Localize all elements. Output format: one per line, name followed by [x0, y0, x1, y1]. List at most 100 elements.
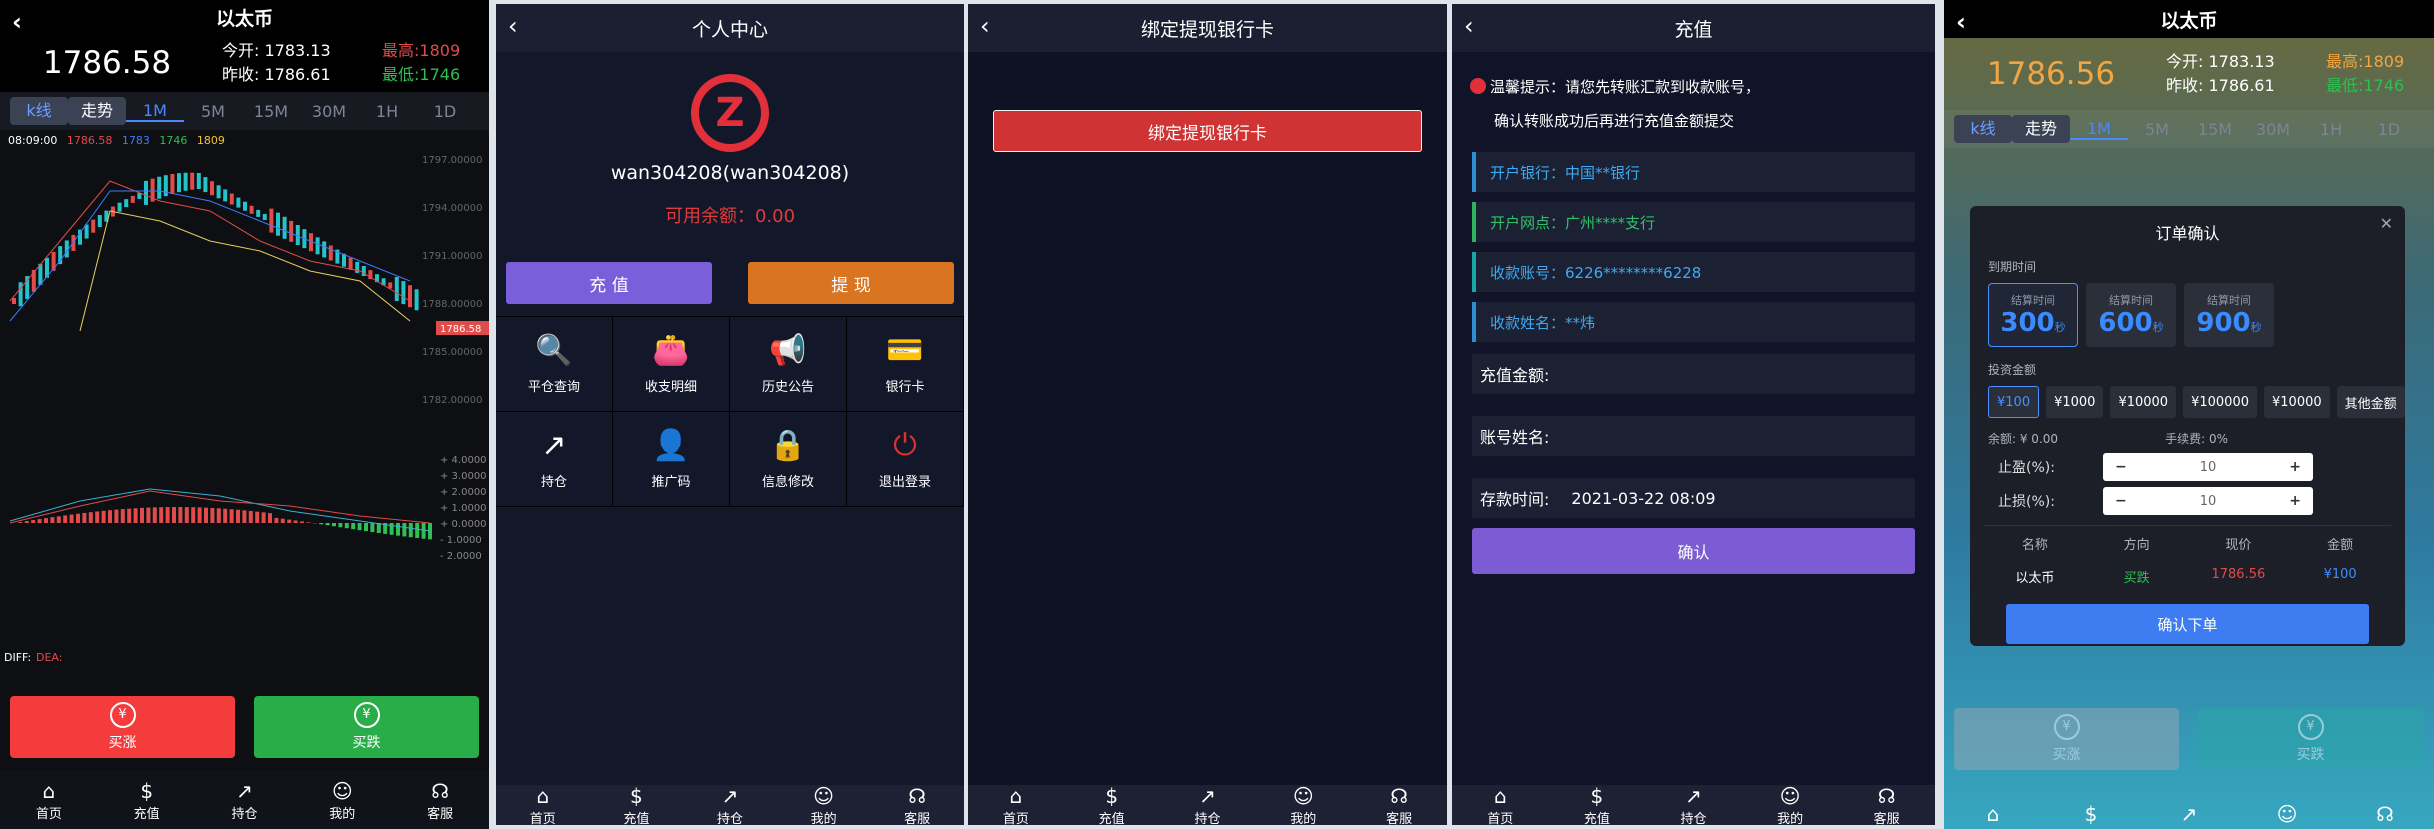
confirm-button[interactable]: 确认: [1472, 528, 1915, 574]
back-icon[interactable]: ‹: [12, 8, 22, 36]
macd-bar: [165, 507, 170, 523]
amount-option[interactable]: ¥100: [1988, 386, 2040, 418]
expiry-option[interactable]: 结算时间 900秒: [2184, 283, 2274, 347]
tabbar-mine[interactable]: ☺ 我的: [1273, 784, 1333, 826]
warning-icon: [1470, 78, 1486, 94]
amount-field[interactable]: 充值金额:: [1472, 354, 1915, 394]
tabbar-home[interactable]: ⌂: [1963, 802, 2023, 826]
grid-item[interactable]: 👛 收支明细: [613, 317, 730, 412]
tabbar-service[interactable]: ☊ 客服: [1369, 784, 1429, 826]
amount-option[interactable]: ¥1000: [2046, 386, 2104, 418]
tabbar-home[interactable]: ⌂ 首页: [986, 784, 1046, 826]
user-icon: ☺: [2276, 802, 2298, 826]
tabbar-recharge[interactable]: $ 充值: [117, 779, 177, 822]
tabbar-positions[interactable]: ↗ 持仓: [1663, 784, 1723, 826]
tab-1d[interactable]: 1D: [2360, 120, 2418, 139]
tabbar-mine[interactable]: ☺ 我的: [794, 784, 854, 826]
grid-item[interactable]: 🔒 信息修改: [730, 412, 847, 507]
grid-item[interactable]: ↗ 持仓: [496, 412, 613, 507]
stop-loss-stepper[interactable]: − 10 +: [2103, 487, 2313, 515]
tabbar-recharge[interactable]: $ 充值: [606, 784, 666, 826]
tab-5m[interactable]: 5M: [184, 102, 242, 121]
tabbar-positions[interactable]: ↗ 持仓: [1177, 784, 1237, 826]
amount-option[interactable]: ¥100000: [2183, 386, 2257, 418]
tab-1m[interactable]: 1M: [126, 101, 184, 122]
tabbar-positions[interactable]: ↗: [2159, 802, 2219, 826]
tabbar-recharge[interactable]: $ 充值: [1567, 784, 1627, 826]
tab-15m[interactable]: 15M: [2186, 120, 2244, 139]
tabbar-service[interactable]: ☊: [2355, 802, 2415, 826]
tabbar-mine[interactable]: ☺ 我的: [1760, 784, 1820, 826]
plus-icon[interactable]: +: [2289, 459, 2301, 475]
tabbar-service[interactable]: ☊ 客服: [1857, 784, 1917, 826]
plus-icon[interactable]: +: [2289, 493, 2301, 509]
back-icon[interactable]: ‹: [508, 12, 518, 40]
candle: [84, 224, 89, 239]
buy-fall-button[interactable]: ¥ 买跌: [2198, 708, 2423, 770]
grid-item[interactable]: 👤 推广码: [613, 412, 730, 507]
tabbar-home[interactable]: ⌂ 首页: [1470, 784, 1530, 826]
tab-trend[interactable]: 走势: [68, 97, 126, 125]
tab-1h[interactable]: 1H: [358, 102, 416, 121]
buy-rise-button[interactable]: ¥ 买涨: [10, 696, 235, 758]
macd-bar: [287, 519, 292, 523]
buy-rise-button[interactable]: ¥ 买涨: [1954, 708, 2179, 770]
expiry-option[interactable]: 结算时间 300秒: [1988, 283, 2078, 347]
candle: [401, 281, 406, 305]
grid-item[interactable]: 📢 历史公告: [730, 317, 847, 412]
account-name-field[interactable]: 账号姓名:: [1472, 416, 1915, 456]
tab-30m[interactable]: 30M: [300, 102, 358, 121]
tabbar-label: 首页: [35, 806, 62, 822]
bind-card-button[interactable]: 绑定提现银行卡: [993, 110, 1422, 152]
yen-icon: ¥: [2297, 714, 2324, 740]
tab-kline[interactable]: k线: [10, 97, 68, 125]
tab-1m[interactable]: 1M: [2070, 119, 2128, 140]
legend-ma3: 1746: [159, 134, 188, 147]
tab-1d[interactable]: 1D: [416, 102, 474, 121]
tabbar-home[interactable]: ⌂ 首页: [19, 779, 79, 822]
tabbar-positions[interactable]: ↗ 持仓: [700, 784, 760, 826]
deposit-time-field[interactable]: 存款时间: 2021-03-22 08:09: [1472, 478, 1915, 518]
tab-15m[interactable]: 15M: [242, 102, 300, 121]
amount-option[interactable]: ¥10000: [2264, 386, 2330, 418]
macd-bar: [159, 507, 164, 523]
tabbar-home[interactable]: ⌂ 首页: [513, 784, 573, 826]
grid-item[interactable]: 🔍 平仓查询: [496, 317, 613, 412]
macd-bar: [268, 513, 272, 523]
tabbar-positions[interactable]: ↗ 持仓: [214, 779, 274, 822]
tab-trend[interactable]: 走势: [2012, 115, 2070, 143]
tabbar-mine[interactable]: ☺ 我的: [312, 779, 372, 822]
tabbar-recharge[interactable]: $ 充值: [1082, 784, 1142, 826]
back-icon[interactable]: ‹: [980, 12, 990, 40]
tab-kline[interactable]: k线: [1954, 115, 2012, 143]
tabbar-label: 客服: [904, 811, 931, 826]
amount-option[interactable]: ¥10000: [2110, 386, 2177, 418]
bind-card-header: ‹ 绑定提现银行卡: [968, 4, 1447, 52]
tabbar-mine[interactable]: ☺: [2257, 802, 2317, 826]
tab-1h[interactable]: 1H: [2302, 120, 2360, 139]
tabbar-recharge[interactable]: $: [2061, 802, 2121, 826]
tabbar-service[interactable]: ☊ 客服: [410, 779, 470, 822]
buy-fall-button[interactable]: ¥ 买跌: [254, 696, 479, 758]
take-profit-stepper[interactable]: − 10 +: [2103, 453, 2313, 481]
grid-item[interactable]: ⏻ 退出登录: [847, 412, 964, 507]
order-header: ‹ 以太币: [1944, 0, 2434, 38]
other-amount-option[interactable]: 其他金额: [2336, 386, 2405, 418]
tab-30m[interactable]: 30M: [2244, 120, 2302, 139]
tab-5m[interactable]: 5M: [2128, 120, 2186, 139]
minus-icon[interactable]: −: [2115, 493, 2127, 509]
back-icon[interactable]: ‹: [1464, 12, 1474, 40]
minus-icon[interactable]: −: [2115, 459, 2127, 475]
tabbar-service[interactable]: ☊ 客服: [887, 784, 947, 826]
close-icon[interactable]: ✕: [2380, 214, 2393, 233]
balance-fee-row: 余额: ¥ 0.00 手续费: 0%: [1988, 430, 2228, 447]
back-icon[interactable]: ‹: [1956, 8, 1966, 36]
submit-order-button[interactable]: 确认下单: [2006, 604, 2369, 644]
candle: [117, 202, 122, 212]
recharge-button[interactable]: 充 值: [506, 262, 712, 304]
withdraw-button[interactable]: 提 现: [748, 262, 954, 304]
macd-bar: [178, 507, 183, 523]
expiry-option[interactable]: 结算时间 600秒: [2086, 283, 2176, 347]
grid-item[interactable]: 💳 银行卡: [847, 317, 964, 412]
macd-bar: [402, 523, 407, 537]
